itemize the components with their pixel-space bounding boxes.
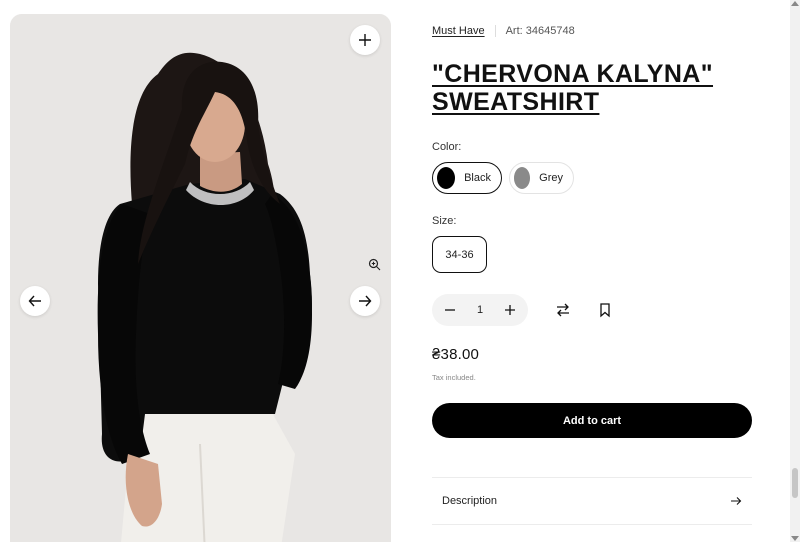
scroll-down-arrow[interactable]	[791, 536, 799, 541]
arrow-right-icon	[359, 295, 372, 307]
compare-icon[interactable]	[555, 302, 571, 318]
scroll-up-arrow[interactable]	[791, 1, 799, 6]
page-scrollbar[interactable]	[790, 0, 800, 542]
color-swatch-grey	[514, 167, 531, 189]
product-photo	[10, 14, 391, 542]
plus-icon	[505, 305, 515, 315]
divider	[432, 524, 752, 525]
expand-image-button[interactable]	[350, 25, 380, 55]
arrow-left-icon	[28, 295, 41, 307]
article-number: Art: 34645748	[505, 25, 575, 37]
product-meta: Must Have Art: 34645748	[432, 25, 575, 37]
product-title: "CHERVONA KALYNA" SWEATSHIRT	[432, 60, 714, 116]
previous-image-button[interactable]	[20, 286, 50, 316]
product-image-gallery[interactable]	[10, 14, 391, 542]
quantity-stepper: 1	[432, 294, 528, 326]
color-option-label: Black	[464, 172, 491, 184]
meta-divider	[494, 25, 496, 37]
bookmark-icon[interactable]	[597, 302, 613, 318]
color-option-black[interactable]: Black	[432, 162, 502, 194]
description-accordion[interactable]: Description	[432, 478, 752, 524]
color-option-grey[interactable]: Grey	[509, 162, 574, 194]
arrow-right-icon	[731, 497, 742, 505]
size-label: Size:	[432, 215, 457, 227]
color-option-label: Grey	[539, 172, 563, 184]
tax-note: Tax included.	[432, 373, 476, 382]
add-to-cart-button[interactable]: Add to cart	[432, 403, 752, 438]
product-price: ₴38.00	[432, 346, 480, 363]
brand-link[interactable]: Must Have	[432, 25, 485, 37]
zoom-in-icon[interactable]	[368, 258, 381, 271]
quantity-value[interactable]: 1	[477, 304, 483, 316]
next-image-button[interactable]	[350, 286, 380, 316]
color-label: Color:	[432, 141, 462, 153]
scrollbar-thumb[interactable]	[792, 468, 798, 498]
size-option-34-36[interactable]: 34-36	[432, 236, 487, 273]
increase-quantity-button[interactable]	[502, 302, 518, 318]
description-label: Description	[442, 495, 498, 507]
color-swatch-black	[437, 167, 456, 189]
decrease-quantity-button[interactable]	[442, 302, 458, 318]
plus-icon	[359, 34, 371, 46]
minus-icon	[445, 309, 455, 311]
